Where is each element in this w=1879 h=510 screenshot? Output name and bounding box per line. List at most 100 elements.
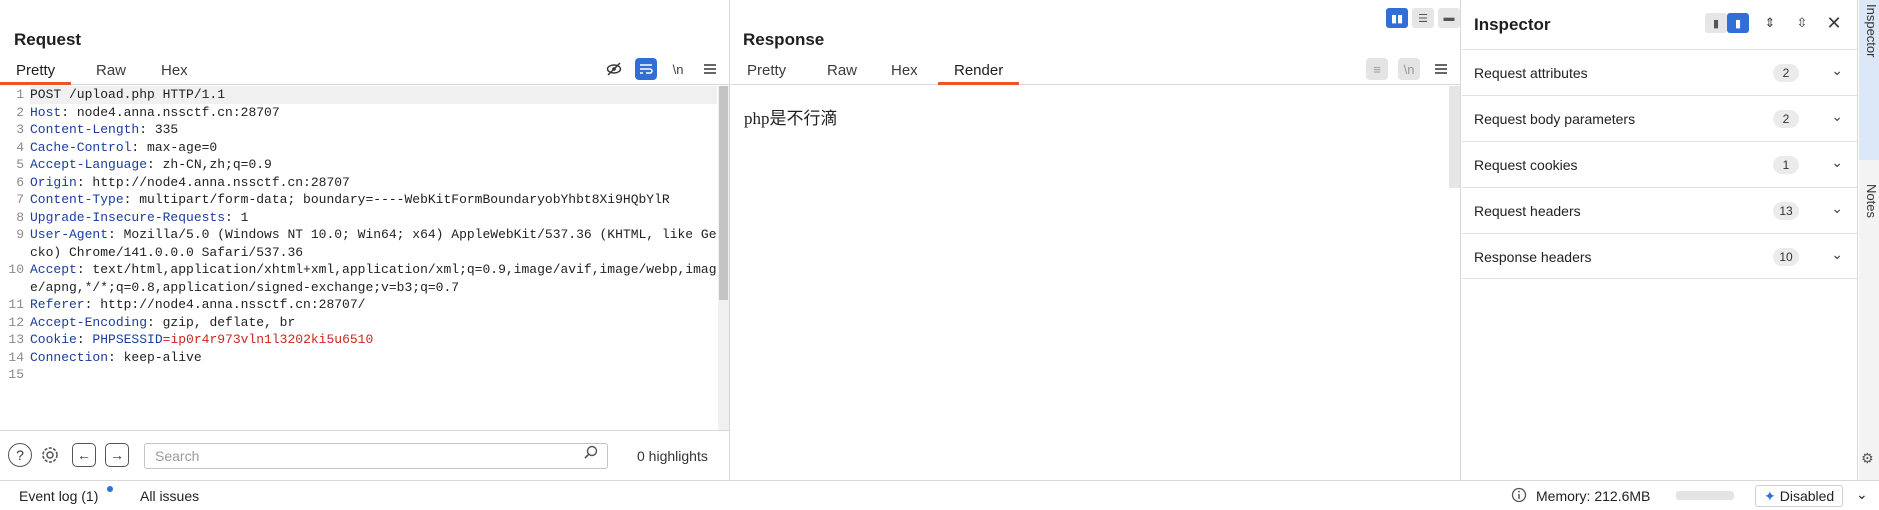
expand-all-icon[interactable]: ⇕	[1759, 12, 1781, 34]
inspector-row-label: Request attributes	[1474, 65, 1588, 81]
header-key: Content-Length	[30, 122, 140, 137]
line-number: 6	[16, 174, 24, 190]
highlights-count: 0 highlights	[637, 448, 708, 464]
header-value: : keep-alive	[108, 349, 202, 365]
layout-split-vertical-icon[interactable]: ▮▮	[1386, 8, 1408, 28]
header-key: Accept	[30, 262, 77, 277]
line-number: 13	[8, 332, 24, 347]
inspector-row-label: Request cookies	[1474, 157, 1578, 173]
editor-line[interactable]: 11 Referer: http://node4.anna.nssctf.cn:2…	[0, 296, 717, 314]
newline-icon[interactable]: \n	[1398, 58, 1420, 80]
inspector-panel: Inspector ▮ ▮ ⇕ ⇳ ✕ Request attributes 2…	[1462, 0, 1858, 480]
request-tab-hex[interactable]: Hex	[145, 60, 204, 85]
request-tab-pretty[interactable]: Pretty	[0, 60, 72, 85]
line-content: Content-Type: multipart/form-data; bound…	[30, 191, 717, 209]
editor-line[interactable]: 13 Cookie: PHPSESSID=ip0r4r973vln1l3202ki…	[0, 331, 717, 349]
editor-line[interactable]: 3 Content-Length: 335	[0, 121, 717, 139]
response-tabs: Pretty Raw Hex Render	[731, 60, 1460, 85]
menu-icon[interactable]	[1430, 58, 1452, 80]
settings-gear-icon[interactable]	[38, 443, 62, 467]
layout-toggle: ▮▮ ☰ ▬	[1386, 8, 1460, 28]
ai-toggle-button[interactable]: ✦ Disabled	[1755, 485, 1844, 507]
header-value: POST /upload.php HTTP/1.1	[30, 87, 226, 102]
line-content: Accept-Language: zh-CN,zh;q=0.9	[30, 156, 717, 174]
status-bar: Event log (1) All issues Memory: 212.6MB…	[0, 480, 1879, 510]
event-log-link[interactable]: Event log (1)	[19, 488, 98, 504]
editor-line[interactable]: 10 Accept: text/html,application/xhtml+xm…	[0, 261, 717, 296]
line-number: 11	[8, 297, 24, 312]
layout-single-icon[interactable]: ▬	[1438, 8, 1460, 28]
chevron-down-icon[interactable]: ⌄	[1831, 154, 1843, 171]
request-searchbar: ? ← → 0 highlights	[0, 430, 729, 480]
rail-tab-inspector[interactable]: Inspector	[1859, 0, 1879, 160]
editor-line[interactable]: 15	[0, 366, 717, 384]
cookie-value: =ip0r4r973vln1l3202ki5u6510	[162, 332, 374, 347]
header-value: : multipart/form-data; boundary=----WebK…	[123, 192, 670, 207]
collapse-all-icon[interactable]: ⇳	[1791, 12, 1813, 34]
editor-line[interactable]: 5 Accept-Language: zh-CN,zh;q=0.9	[0, 156, 717, 174]
line-content: User-Agent: Mozilla/5.0 (Windows NT 10.0…	[30, 226, 717, 261]
menu-icon[interactable]	[699, 58, 721, 80]
editor-line[interactable]: 14 Connection: keep-alive	[0, 349, 717, 367]
close-icon[interactable]: ✕	[1823, 12, 1845, 34]
header-value: : max-age=0	[131, 139, 218, 155]
header-key: Accept-Language	[30, 157, 148, 172]
newline-icon[interactable]: \n	[667, 58, 689, 80]
wrap-icon[interactable]	[635, 58, 657, 80]
inspector-layout-right-icon[interactable]: ▮	[1727, 13, 1749, 33]
header-key: Cache-Control	[30, 139, 132, 155]
chevron-down-icon[interactable]: ⌄	[1831, 62, 1843, 79]
header-key: Content-Type	[30, 192, 124, 207]
header-key: Host	[30, 104, 62, 120]
chevron-down-icon[interactable]: ⌄	[1831, 200, 1843, 217]
request-scrollbar[interactable]	[718, 86, 729, 430]
editor-line[interactable]: 4 Cache-Control: max-age=0	[0, 139, 717, 157]
inspector-row-response-headers[interactable]: Response headers 10 ⌄	[1462, 233, 1857, 279]
wrap-icon[interactable]: ≡	[1366, 58, 1388, 80]
inspector-row-request-body-parameters[interactable]: Request body parameters 2 ⌄	[1462, 95, 1857, 141]
arrow-left-icon[interactable]: ←	[72, 443, 96, 467]
response-title: Response	[743, 30, 825, 49]
header-value: : 1	[225, 209, 249, 225]
editor-line[interactable]: 6 Origin: http://node4.anna.nssctf.cn:287…	[0, 174, 717, 192]
editor-line[interactable]: 9 User-Agent: Mozilla/5.0 (Windows NT 10.…	[0, 226, 717, 261]
editor-line[interactable]: 8 Upgrade-Insecure-Requests: 1	[0, 209, 717, 227]
header-value: : text/html,application/xhtml+xml,applic…	[30, 262, 717, 295]
inspector-row-request-attributes[interactable]: Request attributes 2 ⌄	[1462, 49, 1857, 95]
editor-line[interactable]: 2 Host: node4.anna.nssctf.cn:28707	[0, 104, 717, 122]
line-content: Origin: http://node4.anna.nssctf.cn:2870…	[30, 174, 717, 192]
rail-tab-notes[interactable]: Notes	[1859, 180, 1879, 270]
response-tab-render[interactable]: Render	[938, 60, 1020, 85]
request-editor[interactable]: 1 POST /upload.php HTTP/1.1 2 Host: node4.a…	[0, 86, 717, 430]
all-issues-link[interactable]: All issues	[140, 488, 199, 504]
response-tab-hex[interactable]: Hex	[875, 60, 934, 85]
editor-line[interactable]: 1 POST /upload.php HTTP/1.1	[0, 86, 717, 104]
inspector-row-request-cookies[interactable]: Request cookies 1 ⌄	[1462, 141, 1857, 187]
response-scrollbar[interactable]	[1449, 86, 1460, 188]
editor-line[interactable]: 7 Content-Type: multipart/form-data; boun…	[0, 191, 717, 209]
inspector-layout-left-icon[interactable]: ▮	[1705, 13, 1727, 33]
line-content: Cookie: PHPSESSID=ip0r4r973vln1l3202ki5u…	[30, 331, 717, 349]
editor-line[interactable]: 12 Accept-Encoding: gzip, deflate, br	[0, 314, 717, 332]
response-tab-pretty[interactable]: Pretty	[731, 60, 802, 85]
chevron-down-icon[interactable]: ⌄	[1831, 246, 1843, 263]
rail-settings-gear-icon[interactable]: ⚙	[1861, 450, 1874, 467]
response-tab-raw[interactable]: Raw	[811, 60, 873, 85]
layout-split-horizontal-icon[interactable]: ☰	[1412, 8, 1434, 28]
inspector-row-count: 2	[1773, 64, 1799, 82]
header-value: : 335	[139, 122, 179, 137]
arrow-right-icon[interactable]: →	[105, 443, 129, 467]
inspector-row-label: Response headers	[1474, 249, 1592, 265]
chevron-down-icon[interactable]: ⌄	[1856, 486, 1868, 503]
inspector-row-request-headers[interactable]: Request headers 13 ⌄	[1462, 187, 1857, 233]
request-search-input[interactable]	[144, 443, 608, 469]
line-content	[30, 366, 717, 384]
line-number: 14	[8, 349, 24, 365]
help-icon[interactable]: ?	[8, 443, 32, 467]
eye-off-icon[interactable]	[603, 58, 625, 80]
header-key: Connection	[30, 349, 109, 365]
chevron-down-icon[interactable]: ⌄	[1831, 108, 1843, 125]
request-tab-raw[interactable]: Raw	[80, 60, 142, 85]
request-scroll-thumb[interactable]	[719, 86, 728, 300]
memory-usage: Memory: 212.6MB	[1536, 488, 1651, 504]
